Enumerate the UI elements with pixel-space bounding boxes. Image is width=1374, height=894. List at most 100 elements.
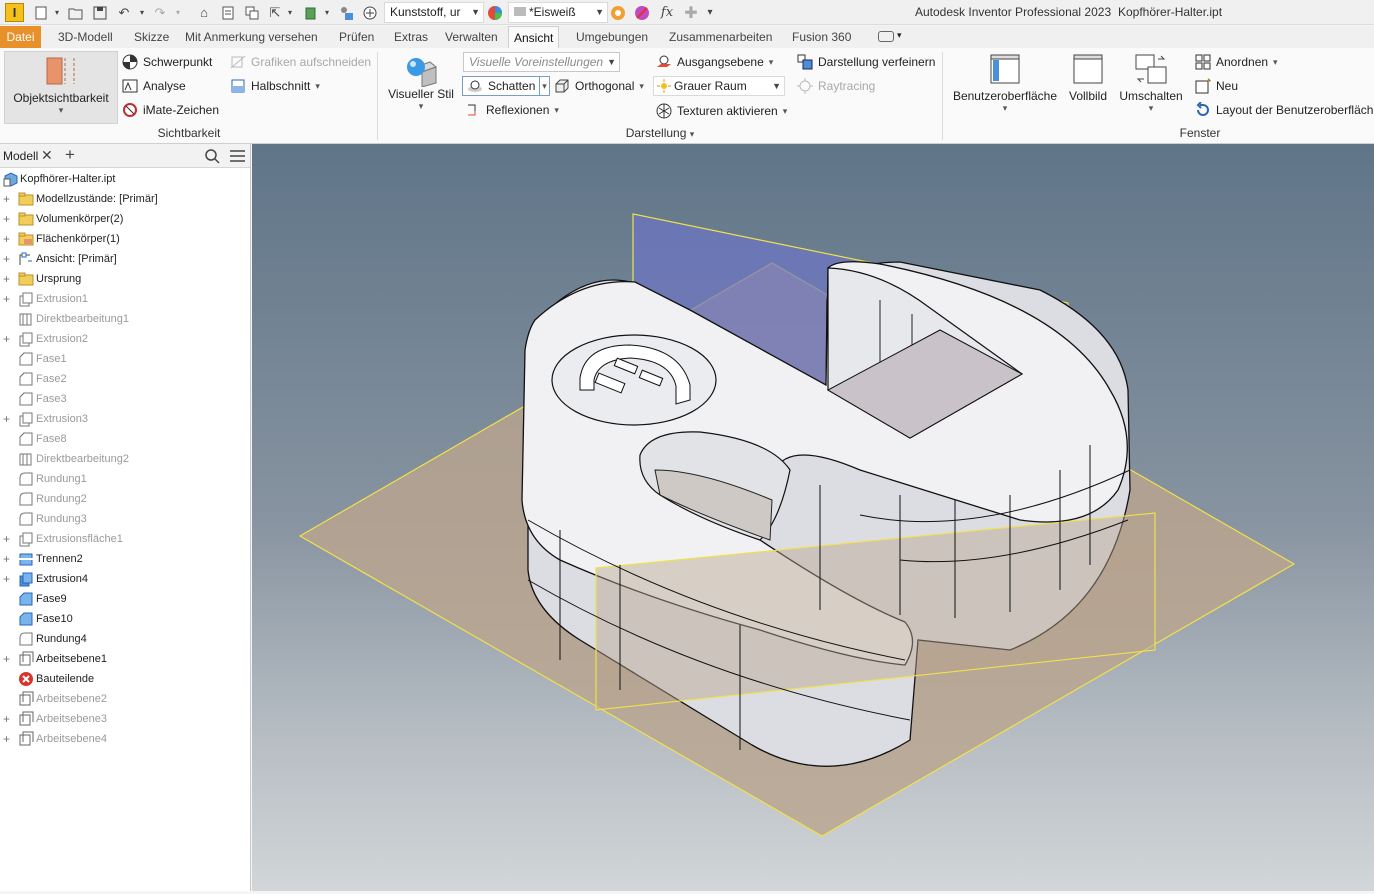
tree-item[interactable]: + Arbeitsebene3 <box>0 709 250 729</box>
add-tab-icon[interactable]: + <box>65 145 75 165</box>
expand-icon[interactable]: + <box>3 409 13 429</box>
neu-button[interactable]: Neu <box>1195 75 1238 97</box>
select-dropdown-icon[interactable]: ▾ <box>286 4 294 21</box>
visuelle-voreinstellungen-combo[interactable]: Visuelle Voreinstellungen ▼ <box>463 52 620 72</box>
expand-icon[interactable]: + <box>3 329 13 349</box>
tree-item[interactable]: + Extrusion2 <box>0 329 250 349</box>
orthogonal-button[interactable]: Orthogonal ▾ <box>554 75 644 97</box>
customize-qat-icon[interactable]: ▾ <box>704 4 716 21</box>
expand-icon[interactable]: + <box>3 549 13 569</box>
vollbild-button[interactable]: Vollbild <box>1066 53 1110 103</box>
schwerpunkt-button[interactable]: Schwerpunkt <box>122 51 212 73</box>
tree-item[interactable]: Fase8 <box>0 429 250 449</box>
tree-item[interactable]: + Extrusion4 <box>0 569 250 589</box>
tree-item[interactable]: Fase2 <box>0 369 250 389</box>
save-icon[interactable] <box>92 4 108 21</box>
tree-root[interactable]: Kopfhörer-Halter.ipt <box>0 169 250 189</box>
tree-item[interactable]: Bauteilende <box>0 669 250 689</box>
expand-icon[interactable]: + <box>3 289 13 309</box>
tree-item[interactable]: Fase9 <box>0 589 250 609</box>
imate-zeichen-button[interactable]: iMate-Zeichen <box>122 99 219 121</box>
expand-icon[interactable]: + <box>3 529 13 549</box>
home-icon[interactable]: ⌂ <box>196 4 212 21</box>
tree-item[interactable]: + Ansicht: [Primär] <box>0 249 250 269</box>
ausgangsebene-button[interactable]: Ausgangsebene ▾ <box>656 51 773 73</box>
tree-item[interactable]: Fase10 <box>0 609 250 629</box>
tab-zusammenarbeiten[interactable]: Zusammenarbeiten <box>664 26 777 48</box>
menu-icon[interactable] <box>230 150 245 163</box>
browser-tab-modell[interactable]: Modell <box>3 149 38 163</box>
expand-icon[interactable]: + <box>3 269 13 289</box>
tree-item[interactable]: Rundung4 <box>0 629 250 649</box>
tab-skizze[interactable]: Skizze <box>129 26 174 48</box>
tree-item[interactable]: + Modellzustände: [Primär] <box>0 189 250 209</box>
tree-item[interactable]: Fase1 <box>0 349 250 369</box>
expand-icon[interactable]: + <box>3 209 13 229</box>
clear-appearance-icon[interactable] <box>634 4 650 21</box>
tree-item[interactable]: Arbeitsebene2 <box>0 689 250 709</box>
darstellung-verfeinern-button[interactable]: Darstellung verfeinern <box>797 51 935 73</box>
update-icon[interactable] <box>304 4 320 21</box>
benutzeroberflaeche-button[interactable]: Benutzeroberfläche ▾ <box>952 53 1058 114</box>
umschalten-button[interactable]: Umschalten ▾ <box>1117 53 1185 114</box>
new-dropdown-icon[interactable]: ▾ <box>52 4 62 21</box>
color-wheel-icon[interactable] <box>487 4 503 21</box>
anordnen-button[interactable]: Anordnen ▾ <box>1195 51 1278 73</box>
layout-benutzeroberflaeche-button[interactable]: Layout der Benutzeroberfläche <box>1195 99 1373 121</box>
ribbon-display-dropdown-icon[interactable]: ▾ <box>897 30 902 41</box>
halbschnitt-button[interactable]: Halbschnitt ▾ <box>230 75 320 97</box>
expand-icon[interactable]: + <box>3 229 13 249</box>
expand-icon[interactable]: + <box>3 249 13 269</box>
ribbon-display-icon[interactable] <box>878 31 894 42</box>
tree-item[interactable]: + Extrusion3 <box>0 409 250 429</box>
analyse-button[interactable]: Analyse <box>122 75 186 97</box>
panel-label-darstellung[interactable]: Darstellung ▾ <box>380 126 940 140</box>
tree-item[interactable]: Rundung3 <box>0 509 250 529</box>
tab-fusion-360[interactable]: Fusion 360 <box>787 26 856 48</box>
tab-verwalten[interactable]: Verwalten <box>440 26 503 48</box>
tree-item[interactable]: Rundung1 <box>0 469 250 489</box>
adjust-appearance-icon[interactable] <box>610 4 626 21</box>
tab-umgebungen[interactable]: Umgebungen <box>571 26 653 48</box>
expand-icon[interactable]: + <box>3 709 13 729</box>
texturen-aktivieren-button[interactable]: Texturen aktivieren ▾ <box>656 100 787 122</box>
inventor-logo[interactable]: I <box>5 3 24 22</box>
undo-icon[interactable]: ↶ <box>116 4 132 21</box>
tree-item[interactable]: + Flächenkörper(1) <box>0 229 250 249</box>
add-icon[interactable]: ✚ <box>683 4 699 22</box>
expand-icon[interactable]: + <box>3 729 13 749</box>
tree-item[interactable]: + Trennen2 <box>0 549 250 569</box>
tree-item[interactable]: + Ursprung <box>0 269 250 289</box>
material-combo[interactable]: Kunststoff, ur ▼ <box>384 2 484 23</box>
tree-item[interactable]: + Arbeitsebene4 <box>0 729 250 749</box>
visueller-stil-button[interactable]: Visueller Stil ▾ <box>386 53 456 112</box>
expand-icon[interactable]: + <box>3 649 13 669</box>
undo-dropdown-icon[interactable]: ▾ <box>138 4 146 21</box>
schatten-dropdown[interactable]: ▾ <box>539 76 550 96</box>
tree-item[interactable]: Fase3 <box>0 389 250 409</box>
objektsichtbarkeit-button[interactable]: Objektsichtbarkeit ▾ <box>4 51 118 124</box>
tab-mit-anmerkung[interactable]: Mit Anmerkung versehen <box>180 26 323 48</box>
tab-datei[interactable]: Datei <box>0 26 41 48</box>
tab-ansicht[interactable]: Ansicht <box>508 26 560 48</box>
tree-item[interactable]: + Extrusion1 <box>0 289 250 309</box>
open-file-icon[interactable] <box>68 4 84 21</box>
graphics-viewport[interactable] <box>252 144 1374 891</box>
tab-pruefen[interactable]: Prüfen <box>334 26 379 48</box>
expand-icon[interactable]: + <box>3 189 13 209</box>
raytracing-button[interactable]: Raytracing <box>797 75 875 97</box>
grafiken-aufschneiden-button[interactable]: Grafiken aufschneiden <box>230 51 371 73</box>
schatten-button[interactable]: Schatten <box>462 76 540 96</box>
tree-item[interactable]: + Volumenkörper(2) <box>0 209 250 229</box>
redo-icon[interactable]: ↷ <box>152 4 168 21</box>
tab-extras[interactable]: Extras <box>389 26 433 48</box>
new-file-icon[interactable] <box>33 4 49 21</box>
properties-icon[interactable] <box>220 4 236 21</box>
select-mode-icon[interactable]: ⇱ <box>267 4 283 21</box>
search-icon[interactable] <box>205 149 220 164</box>
fx-parameters-button[interactable]: fx <box>657 4 677 21</box>
tree-item[interactable]: + Extrusionsfläche1 <box>0 529 250 549</box>
user-params-icon[interactable] <box>338 4 354 21</box>
reflexionen-button[interactable]: Reflexionen ▾ <box>465 99 559 121</box>
update-dropdown-icon[interactable]: ▾ <box>323 4 331 21</box>
